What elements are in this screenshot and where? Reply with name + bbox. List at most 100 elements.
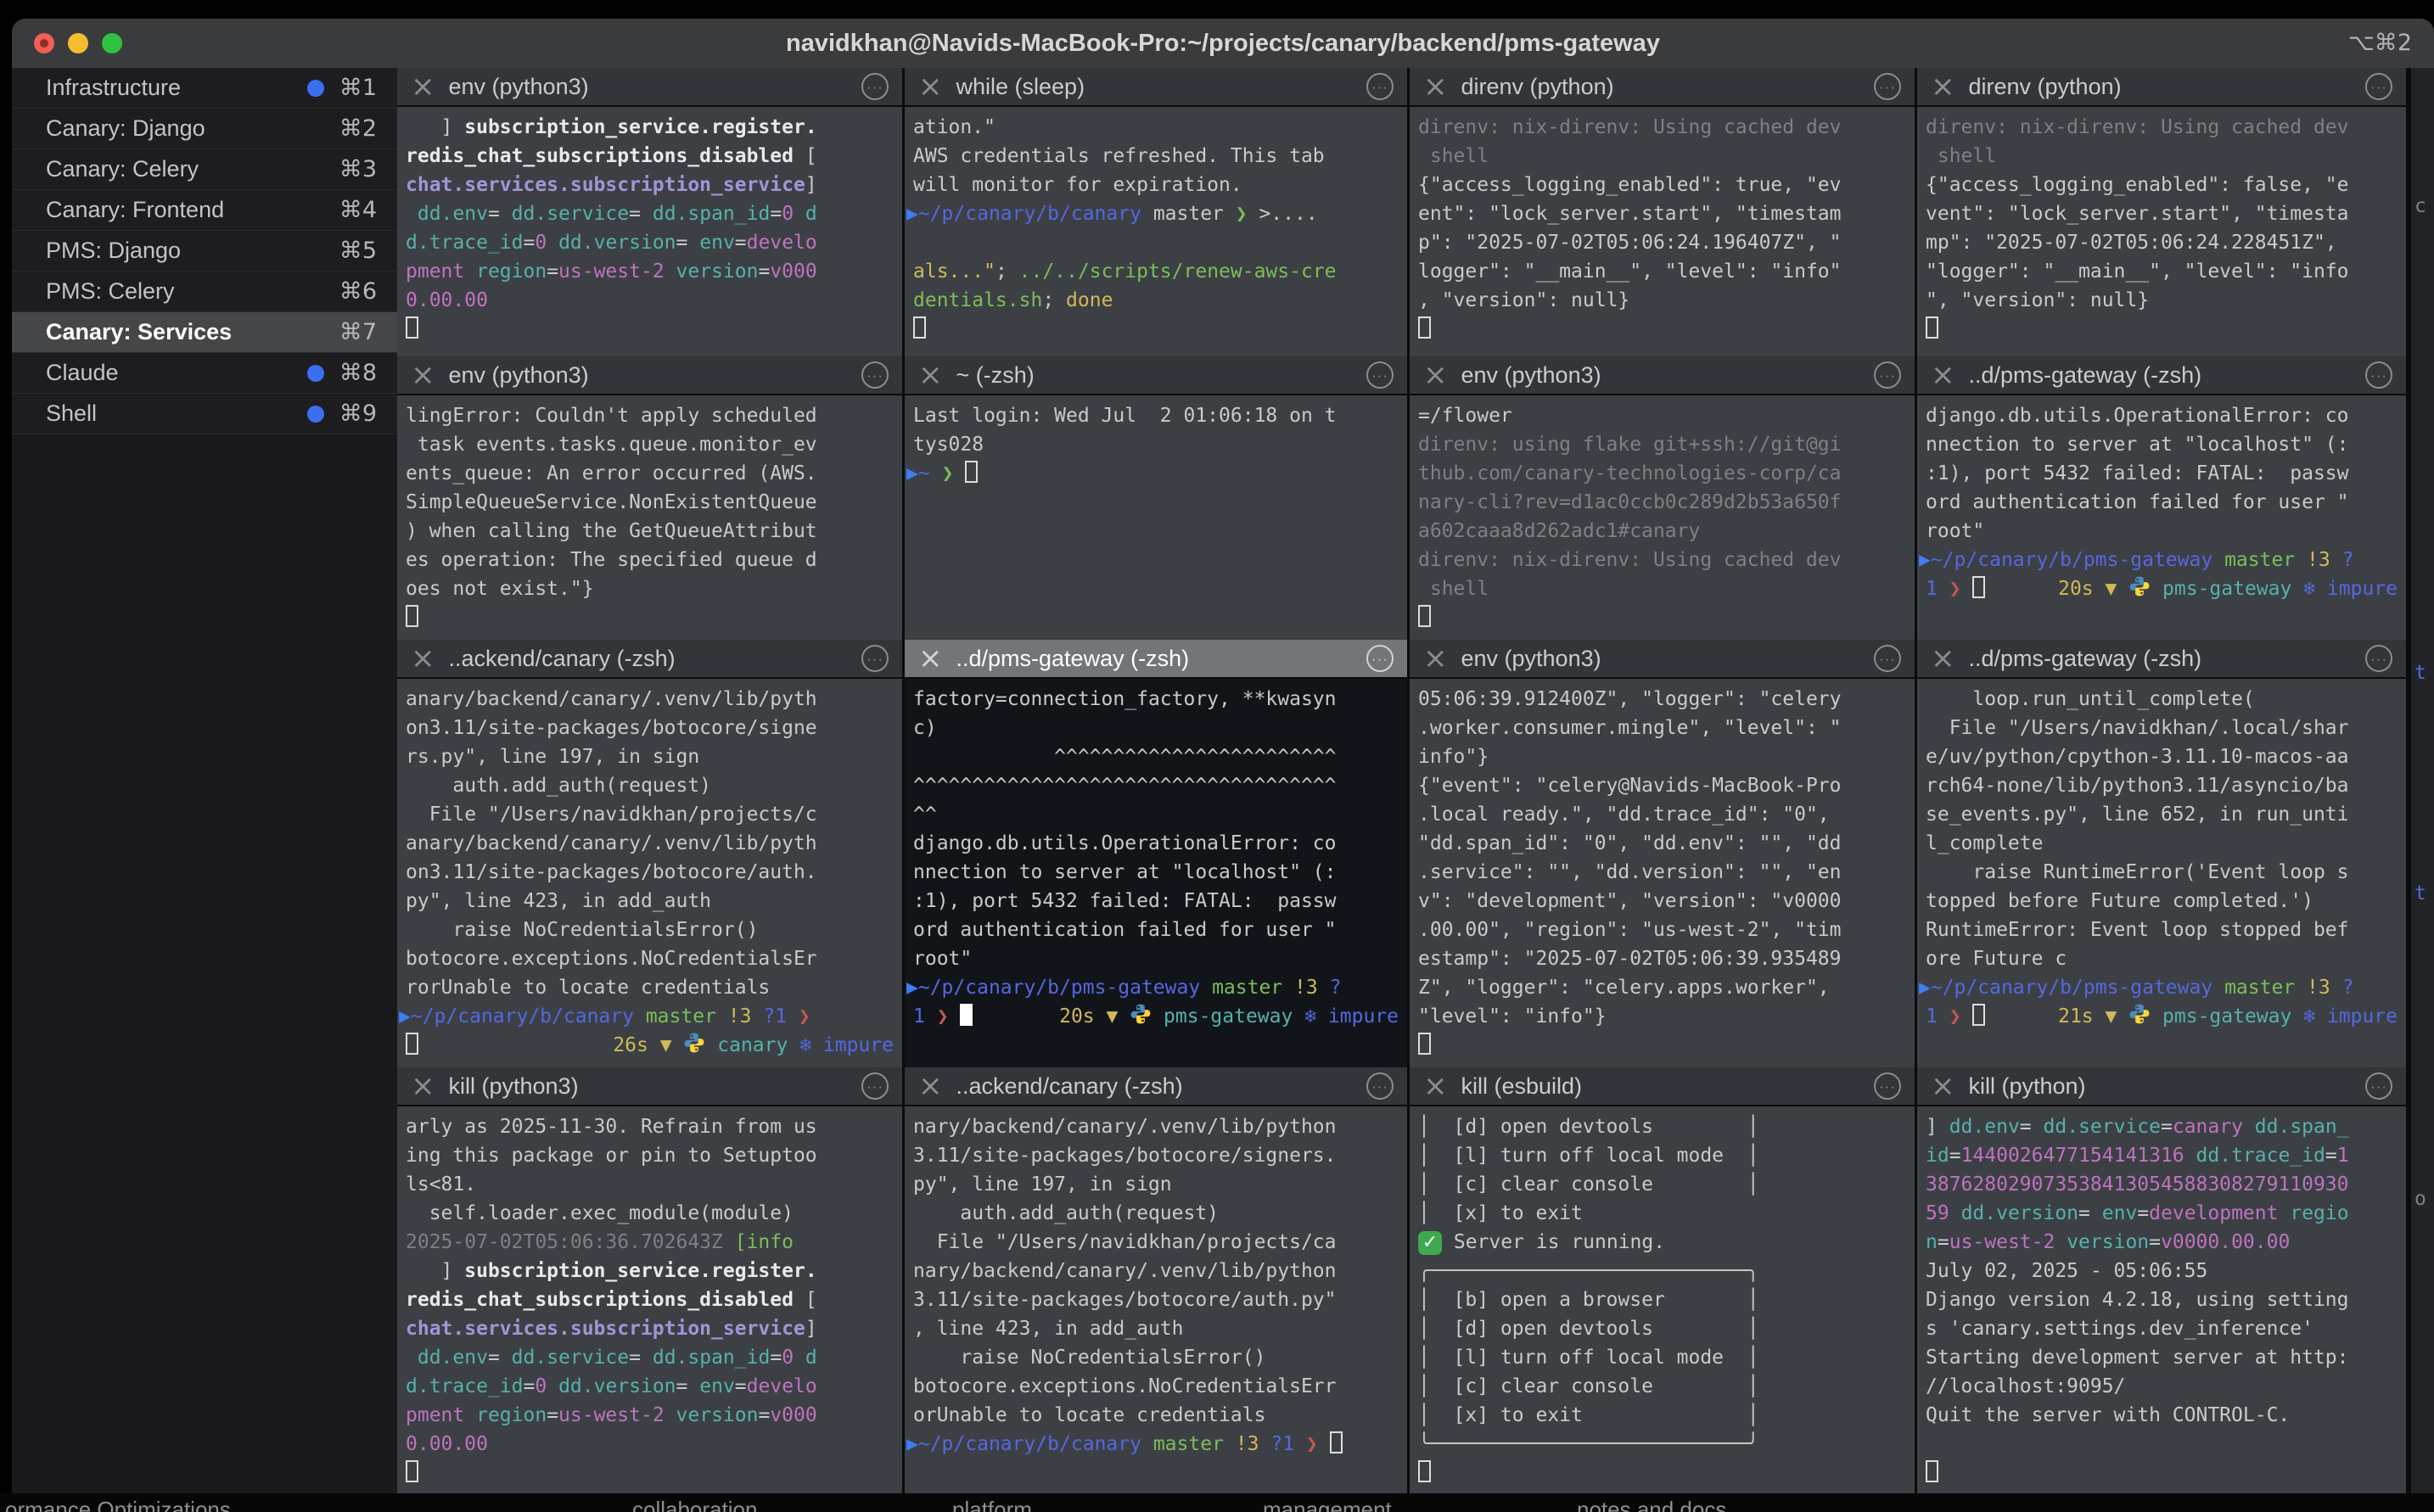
pane-menu-icon[interactable]: ··· [1366, 361, 1394, 389]
terminal-pane-15[interactable]: ×kill (python)···] dd.env= dd.service=ca… [1917, 1067, 2406, 1493]
pane-header[interactable]: ×kill (esbuild)··· [1410, 1067, 1915, 1106]
pane-title: kill (python3) [449, 1073, 579, 1100]
pane-menu-icon[interactable]: ··· [1874, 1072, 1901, 1100]
terminal-output[interactable]: nary/backend/canary/.venv/lib/python3.11… [905, 1106, 1407, 1493]
pane-header[interactable]: ×env (python3)··· [397, 68, 902, 107]
prompt-arrow-icon: ▶ [906, 977, 918, 999]
terminal-output[interactable]: │ [d] open devtools ││ [l] turn off loca… [1410, 1106, 1915, 1493]
close-pane-icon[interactable]: × [918, 68, 943, 105]
terminal-line: ╰───────────────────────────╯ [1418, 1430, 1906, 1459]
pane-menu-icon[interactable]: ··· [1874, 73, 1901, 100]
terminal-pane-10[interactable]: ×env (python3)···05:06:39.912400Z", "log… [1410, 640, 1915, 1067]
terminal-output[interactable]: 05:06:39.912400Z", "logger": "celery.wor… [1410, 679, 1915, 1067]
terminal-line: on3.11/site-packages/botocore/auth. [406, 858, 894, 887]
close-pane-icon[interactable]: × [1423, 640, 1448, 677]
terminal-output[interactable]: direnv: nix-direnv: Using cached dev she… [1917, 107, 2406, 356]
terminal-pane-2[interactable]: ×direnv (python)···direnv: nix-direnv: U… [1410, 68, 1915, 356]
pane-menu-icon[interactable]: ··· [2365, 645, 2392, 672]
terminal-pane-1[interactable]: ×while (sleep)···ation."AWS credentials … [905, 68, 1407, 356]
close-pane-icon[interactable]: × [1423, 1067, 1448, 1105]
pane-header[interactable]: ×env (python3)··· [1410, 640, 1915, 679]
terminal-pane-8[interactable]: ×..ackend/canary (-zsh)···anary/backend/… [397, 640, 902, 1067]
pane-header[interactable]: × kill (python3) ··· [397, 1067, 902, 1106]
close-pane-icon[interactable]: × [1931, 356, 1955, 394]
close-pane-icon[interactable]: × [1423, 356, 1448, 394]
pane-menu-icon[interactable]: ··· [1366, 1072, 1394, 1100]
pane-menu-icon[interactable]: ··· [861, 645, 889, 672]
terminal-pane-12[interactable]: × kill (python3) ··· arly as 2025-11-30. Re… [397, 1067, 902, 1493]
sidebar-item-claude[interactable]: Claude⌘8 [12, 353, 397, 394]
window-titlebar[interactable]: navidkhan@Navids-MacBook-Pro:~/projects/… [12, 19, 2434, 70]
pane-menu-icon[interactable]: ··· [2365, 361, 2392, 389]
sidebar-item-shell[interactable]: Shell⌘9 [12, 394, 397, 434]
sidebar-item-pms-celery[interactable]: PMS: Celery⌘6 [12, 272, 397, 312]
terminal-output[interactable]: Last login: Wed Jul 2 01:06:18 on ttys02… [905, 395, 1407, 640]
desktop-text-fragment: ormance Optimizations [5, 1495, 231, 1512]
sidebar-item-infrastructure[interactable]: Infrastructure⌘1 [12, 68, 397, 109]
terminal-pane-13[interactable]: ×..ackend/canary (-zsh)···nary/backend/c… [905, 1067, 1407, 1493]
pane-header[interactable]: ×env (python3)··· [1410, 356, 1915, 395]
terminal-output[interactable]: ] subscription_service.register.redis_ch… [397, 107, 902, 356]
pane-header[interactable]: ×kill (python)··· [1917, 1067, 2406, 1106]
close-pane-icon[interactable]: × [411, 68, 435, 105]
terminal-pane-3[interactable]: ×direnv (python)···direnv: nix-direnv: U… [1917, 68, 2406, 356]
terminal-output[interactable]: loop.run_until_complete( File "/Users/na… [1917, 679, 2406, 1067]
close-pane-icon[interactable]: × [1931, 640, 1955, 677]
terminal-pane-4[interactable]: ×env (python3)···lingError: Couldn't app… [397, 356, 902, 640]
close-pane-icon[interactable]: × [918, 1067, 943, 1105]
pane-header[interactable]: ×..ackend/canary (-zsh)··· [397, 640, 902, 679]
pane-header[interactable]: ×env (python3)··· [397, 356, 902, 395]
pane-header[interactable]: ×..d/pms-gateway (-zsh)··· [905, 640, 1407, 679]
pane-header[interactable]: ×..ackend/canary (-zsh)··· [905, 1067, 1407, 1106]
terminal-output[interactable]: =/flowerdirenv: using flake git+ssh://gi… [1410, 395, 1915, 640]
close-pane-icon[interactable]: × [1423, 68, 1448, 105]
sidebar-item-canary-celery[interactable]: Canary: Celery⌘3 [12, 149, 397, 190]
terminal-output[interactable]: django.db.utils.OperationalError: connec… [1917, 395, 2406, 640]
sidebar-item-pms-django[interactable]: PMS: Django⌘5 [12, 231, 397, 272]
pane-menu-icon[interactable]: ··· [1874, 645, 1901, 672]
sidebar-item-canary-frontend[interactable]: Canary: Frontend⌘4 [12, 190, 397, 231]
sidebar-item-canary-services[interactable]: Canary: Services⌘7 [12, 312, 397, 353]
terminal-pane-14[interactable]: ×kill (esbuild)···│ [d] open devtools ││… [1410, 1067, 1915, 1493]
sidebar-item-canary-django[interactable]: Canary: Django⌘2 [12, 109, 397, 149]
pane-menu-icon[interactable]: ··· [1366, 73, 1394, 100]
pane-menu-icon[interactable]: ··· [1366, 645, 1394, 672]
close-pane-icon[interactable]: × [411, 356, 435, 394]
terminal-output[interactable]: anary/backend/canary/.venv/lib/python3.1… [397, 679, 902, 1067]
pane-header[interactable]: ×..d/pms-gateway (-zsh)··· [1917, 640, 2406, 679]
close-pane-icon[interactable]: × [918, 640, 943, 677]
terminal-pane-11[interactable]: ×..d/pms-gateway (-zsh)··· loop.run_unti… [1917, 640, 2406, 1067]
terminal-line: AWS credentials refreshed. This tab [913, 142, 1399, 171]
pane-header[interactable]: ×~ (-zsh)··· [905, 356, 1407, 395]
terminal-pane-0[interactable]: ×env (python3)··· ] subscription_service… [397, 68, 902, 356]
pane-header[interactable]: ×direnv (python)··· [1410, 68, 1915, 107]
close-pane-icon[interactable]: × [411, 640, 435, 677]
pane-menu-icon[interactable]: ··· [861, 1072, 889, 1100]
close-pane-icon[interactable]: × [1931, 68, 1955, 105]
pane-menu-icon[interactable]: ··· [861, 73, 889, 100]
close-pane-icon[interactable]: × [411, 1067, 435, 1105]
terminal-line: redis_chat_subscriptions_disabled [ [406, 1285, 894, 1314]
pane-menu-icon[interactable]: ··· [861, 361, 889, 389]
terminal-output[interactable]: factory=connection_factory, **kwasync) ^… [905, 679, 1407, 1067]
close-pane-icon[interactable]: × [1931, 1067, 1955, 1105]
terminal-output[interactable]: direnv: nix-direnv: Using cached dev she… [1410, 107, 1915, 356]
pane-menu-icon[interactable]: ··· [2365, 73, 2392, 100]
pane-header[interactable]: ×while (sleep)··· [905, 68, 1407, 107]
terminal-line: raise NoCredentialsError() [913, 1343, 1399, 1372]
pane-menu-icon[interactable]: ··· [2365, 1072, 2392, 1100]
terminal-output[interactable]: ation."AWS credentials refreshed. This t… [905, 107, 1407, 356]
pane-header[interactable]: ×direnv (python)··· [1917, 68, 2406, 107]
terminal-pane-9[interactable]: ×..d/pms-gateway (-zsh)···factory=connec… [905, 640, 1407, 1067]
prompt-status-right: 21s ▼ pms-gateway ❄ impure [2058, 1002, 2398, 1031]
terminal-output[interactable]: arly as 2025-11-30. Refrain from using t… [397, 1106, 902, 1493]
pane-header[interactable]: ×..d/pms-gateway (-zsh)··· [1917, 356, 2406, 395]
terminal-line: p": "2025-07-02T05:06:24.196407Z", " [1418, 228, 1906, 257]
close-pane-icon[interactable]: × [918, 356, 943, 394]
terminal-pane-5[interactable]: ×~ (-zsh)···Last login: Wed Jul 2 01:06:… [905, 356, 1407, 640]
terminal-output[interactable]: ] dd.env= dd.service=canary dd.span_id=1… [1917, 1106, 2406, 1493]
pane-menu-icon[interactable]: ··· [1874, 361, 1901, 389]
terminal-output[interactable]: lingError: Couldn't apply scheduled task… [397, 395, 902, 640]
terminal-pane-6[interactable]: ×env (python3)···=/flowerdirenv: using f… [1410, 356, 1915, 640]
terminal-pane-7[interactable]: ×..d/pms-gateway (-zsh)···django.db.util… [1917, 356, 2406, 640]
